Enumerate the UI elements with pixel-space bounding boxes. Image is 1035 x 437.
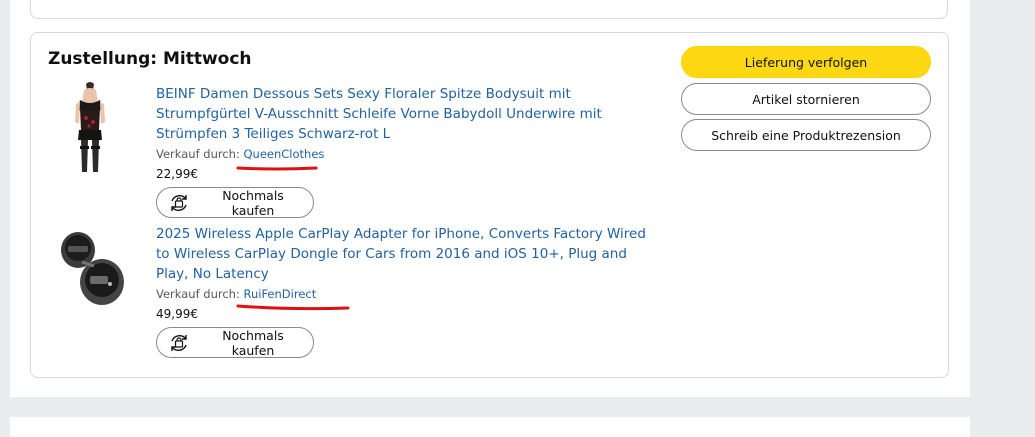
red-underline-annotation — [236, 304, 350, 311]
buy-again-label: Nochmals kaufen — [222, 187, 284, 218]
sold-by-label: Verkauf durch: — [156, 147, 240, 161]
buy-again-icon — [167, 191, 191, 215]
buy-again-button[interactable]: Nochmals kaufen — [156, 327, 314, 358]
buy-again-icon — [167, 331, 191, 355]
previous-order-card — [30, 0, 948, 19]
lingerie-product-image[interactable] — [62, 80, 118, 174]
sold-by-line: Verkauf durch: QueenClothes — [156, 146, 324, 162]
product-title-link[interactable]: BEINF Damen Dessous Sets Sexy Floraler S… — [156, 84, 656, 144]
carplay-dongle-product-image[interactable] — [54, 226, 134, 310]
track-delivery-button[interactable]: Lieferung verfolgen — [681, 46, 931, 78]
sold-by-line: Verkauf durch: RuiFenDirect — [156, 286, 316, 302]
delivery-heading: Zustellung: Mittwoch — [48, 49, 252, 69]
seller-link[interactable]: QueenClothes — [243, 147, 324, 161]
sold-by-label: Verkauf durch: — [156, 287, 240, 301]
seller-link[interactable]: RuiFenDirect — [243, 287, 316, 301]
buy-again-button[interactable]: Nochmals kaufen — [156, 187, 314, 218]
product-title-link[interactable]: 2025 Wireless Apple CarPlay Adapter for … — [156, 224, 656, 284]
write-review-button[interactable]: Schreib eine Produktrezension — [681, 119, 931, 151]
item-price: 22,99€ — [156, 167, 198, 181]
next-order-panel — [10, 417, 970, 437]
red-underline-annotation — [236, 166, 318, 171]
item-price: 49,99€ — [156, 307, 198, 321]
cancel-item-button[interactable]: Artikel stornieren — [681, 83, 931, 115]
buy-again-label: Nochmals kaufen — [222, 327, 284, 358]
